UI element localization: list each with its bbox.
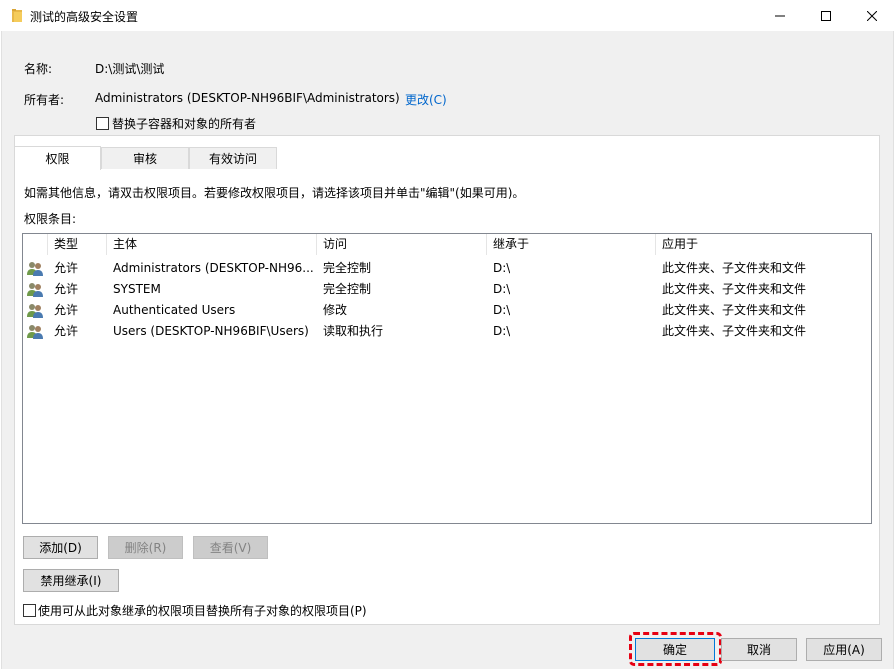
row-access: 读取和执行 (323, 324, 384, 338)
replace-owner-label: 替换子容器和对象的所有者 (112, 117, 257, 131)
row-principal: SYSTEM (113, 282, 161, 296)
maximize-icon (821, 10, 831, 21)
tab-permissions-label: 权限 (45, 152, 70, 166)
tab-effective-access[interactable]: 有效访问 (189, 147, 277, 169)
tab-auditing-label: 审核 (132, 152, 157, 166)
disable-inheritance-label: 禁用继承(I) (40, 574, 102, 588)
tab-effective-access-label: 有效访问 (208, 152, 257, 166)
table-row[interactable]: 允许 Authenticated Users 修改 D:\ 此文件夹、子文件夹和… (23, 300, 871, 321)
row-inherited-from: D:\ (493, 324, 511, 338)
replace-owner-checkbox[interactable] (96, 117, 109, 130)
row-applies-to: 此文件夹、子文件夹和文件 (662, 324, 807, 338)
minimize-button[interactable] (757, 0, 803, 31)
users-icon (27, 304, 43, 318)
row-principal: Authenticated Users (113, 303, 236, 317)
column-inherited-label: 继承于 (493, 237, 530, 251)
row-access: 完全控制 (323, 282, 372, 296)
table-row[interactable]: 允许 Users (DESKTOP-NH96BIF\Users) 读取和执行 D… (23, 321, 871, 342)
title-bar: 测试的高级安全设置 (0, 0, 895, 31)
replace-child-permissions-label: 使用可从此对象继承的权限项目替换所有子对象的权限项目(P) (38, 604, 367, 618)
row-principal: Users (DESKTOP-NH96BIF\Users) (113, 324, 309, 338)
apply-button-label: 应用(A) (823, 643, 865, 657)
add-button-label: 添加(D) (39, 541, 82, 555)
row-type: 允许 (54, 324, 79, 338)
tab-permissions[interactable]: 权限 (14, 146, 101, 170)
help-text: 如需其他信息，请双击权限项目。若要修改权限项目，请选择该项目并单击"编辑"(如果… (24, 186, 525, 200)
disable-inheritance-button[interactable]: 禁用继承(I) (23, 569, 119, 592)
owner-value: Administrators (DESKTOP-NH96BIF\Administ… (95, 91, 400, 105)
users-icon (27, 262, 43, 276)
change-owner-link[interactable]: 更改(C) (405, 91, 447, 108)
column-header-access[interactable]: 访问 (317, 234, 487, 255)
cancel-button-label: 取消 (746, 643, 771, 657)
table-row[interactable]: 允许 Administrators (DESKTOP-NH96... 完全控制 … (23, 258, 871, 279)
column-applies-label: 应用于 (662, 237, 699, 251)
column-access-label: 访问 (323, 237, 348, 251)
column-header-principal[interactable]: 主体 (107, 234, 317, 255)
permission-entries-list[interactable]: 类型 主体 访问 继承于 应用于 允许 Administrators (DESK… (22, 233, 872, 524)
row-type: 允许 (54, 282, 79, 296)
column-header-icon[interactable] (23, 234, 48, 255)
name-label: 名称: (24, 62, 53, 76)
row-type: 允许 (54, 261, 79, 275)
row-applies-to: 此文件夹、子文件夹和文件 (662, 303, 807, 317)
users-icon (27, 325, 43, 339)
close-icon (867, 10, 877, 21)
row-access: 修改 (323, 303, 348, 317)
column-principal-label: 主体 (113, 237, 138, 251)
minimize-icon (775, 15, 785, 16)
view-button-label: 查看(V) (209, 541, 252, 555)
row-applies-to: 此文件夹、子文件夹和文件 (662, 261, 807, 275)
row-inherited-from: D:\ (493, 261, 511, 275)
column-header-applies-to[interactable]: 应用于 (656, 234, 871, 255)
folder-icon (12, 9, 22, 22)
column-header-inherited-from[interactable]: 继承于 (487, 234, 656, 255)
maximize-button[interactable] (803, 0, 849, 31)
row-type: 允许 (54, 303, 79, 317)
cancel-button[interactable]: 取消 (721, 638, 797, 661)
table-row[interactable]: 允许 SYSTEM 完全控制 D:\ 此文件夹、子文件夹和文件 (23, 279, 871, 300)
row-principal: Administrators (DESKTOP-NH96... (113, 261, 313, 275)
remove-button[interactable]: 删除(R) (108, 536, 183, 559)
ok-button-label: 确定 (662, 643, 687, 657)
permission-entries-label: 权限条目: (24, 212, 77, 226)
column-type-label: 类型 (54, 237, 79, 251)
column-header-type[interactable]: 类型 (48, 234, 107, 255)
replace-child-permissions-checkbox[interactable] (23, 604, 36, 617)
view-button[interactable]: 查看(V) (193, 536, 268, 559)
row-inherited-from: D:\ (493, 303, 511, 317)
apply-button[interactable]: 应用(A) (806, 638, 882, 661)
owner-label: 所有者: (24, 93, 65, 107)
close-button[interactable] (849, 0, 895, 31)
add-button[interactable]: 添加(D) (23, 536, 98, 559)
users-icon (27, 283, 43, 297)
ok-button[interactable]: 确定 (635, 638, 715, 661)
remove-button-label: 删除(R) (124, 541, 167, 555)
row-applies-to: 此文件夹、子文件夹和文件 (662, 282, 807, 296)
tab-auditing[interactable]: 审核 (101, 147, 189, 169)
window-title: 测试的高级安全设置 (30, 10, 139, 24)
row-access: 完全控制 (323, 261, 372, 275)
row-inherited-from: D:\ (493, 282, 511, 296)
list-header: 类型 主体 访问 继承于 应用于 (23, 234, 871, 255)
name-value: D:\测试\测试 (95, 62, 165, 76)
